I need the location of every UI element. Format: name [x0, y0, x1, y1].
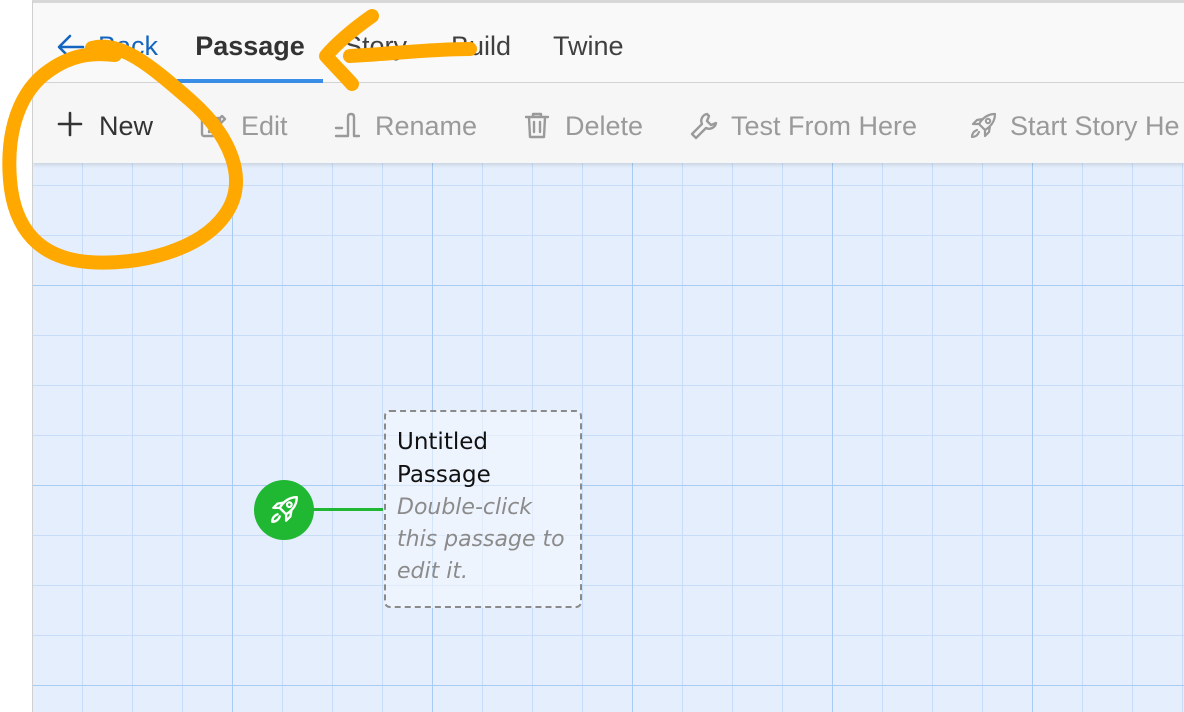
rename-icon [334, 112, 361, 138]
start-connector-line [313, 508, 383, 511]
passage-title: Untitled Passage [397, 429, 491, 488]
tab-story[interactable]: Story [344, 3, 407, 83]
tab-passage-label: Passage [195, 31, 305, 61]
trash-icon [524, 112, 550, 139]
passage-toolbar: New Edit Rename Delete Test From Here St… [33, 83, 1184, 163]
arrow-left-icon [57, 34, 85, 60]
story-map[interactable]: Untitled Passage Double-click this passa… [33, 163, 1184, 712]
passage-card[interactable]: Untitled Passage Double-click this passa… [384, 410, 582, 608]
start-passage-marker [254, 480, 314, 540]
passage-excerpt: Double-click this passage to edit it. [397, 495, 565, 584]
tab-passage[interactable]: Passage [177, 3, 323, 83]
start-story-here-label: Start Story He [1010, 111, 1180, 141]
start-story-here-button[interactable]: Start Story He [968, 83, 1180, 163]
tab-back[interactable]: Back [57, 3, 158, 83]
edit-passage-button[interactable]: Edit [199, 83, 288, 163]
edit-icon [200, 114, 227, 138]
test-from-here-button[interactable]: Test From Here [689, 83, 917, 163]
rocket-icon [271, 496, 298, 523]
new-passage-button[interactable]: New [57, 83, 153, 163]
rename-passage-button[interactable]: Rename [333, 83, 477, 163]
top-tab-bar: Back Passage Story Build Twine [33, 3, 1184, 83]
rename-label: Rename [375, 111, 478, 141]
rocket-icon [970, 112, 997, 139]
wrench-icon [690, 112, 718, 140]
tab-build[interactable]: Build [451, 3, 511, 83]
twine-window: Back Passage Story Build Twine New Edit … [32, 0, 1184, 712]
tab-twine-label: Twine [553, 31, 624, 61]
tab-build-label: Build [451, 31, 512, 61]
delete-passage-button[interactable]: Delete [523, 83, 643, 163]
tab-twine[interactable]: Twine [553, 3, 624, 83]
test-from-here-label: Test From Here [731, 111, 918, 141]
tab-story-label: Story [344, 31, 408, 61]
tab-back-label: Back [98, 31, 159, 61]
new-label: New [99, 111, 154, 141]
plus-icon [57, 111, 83, 137]
edit-label: Edit [241, 111, 288, 141]
delete-label: Delete [565, 111, 644, 141]
